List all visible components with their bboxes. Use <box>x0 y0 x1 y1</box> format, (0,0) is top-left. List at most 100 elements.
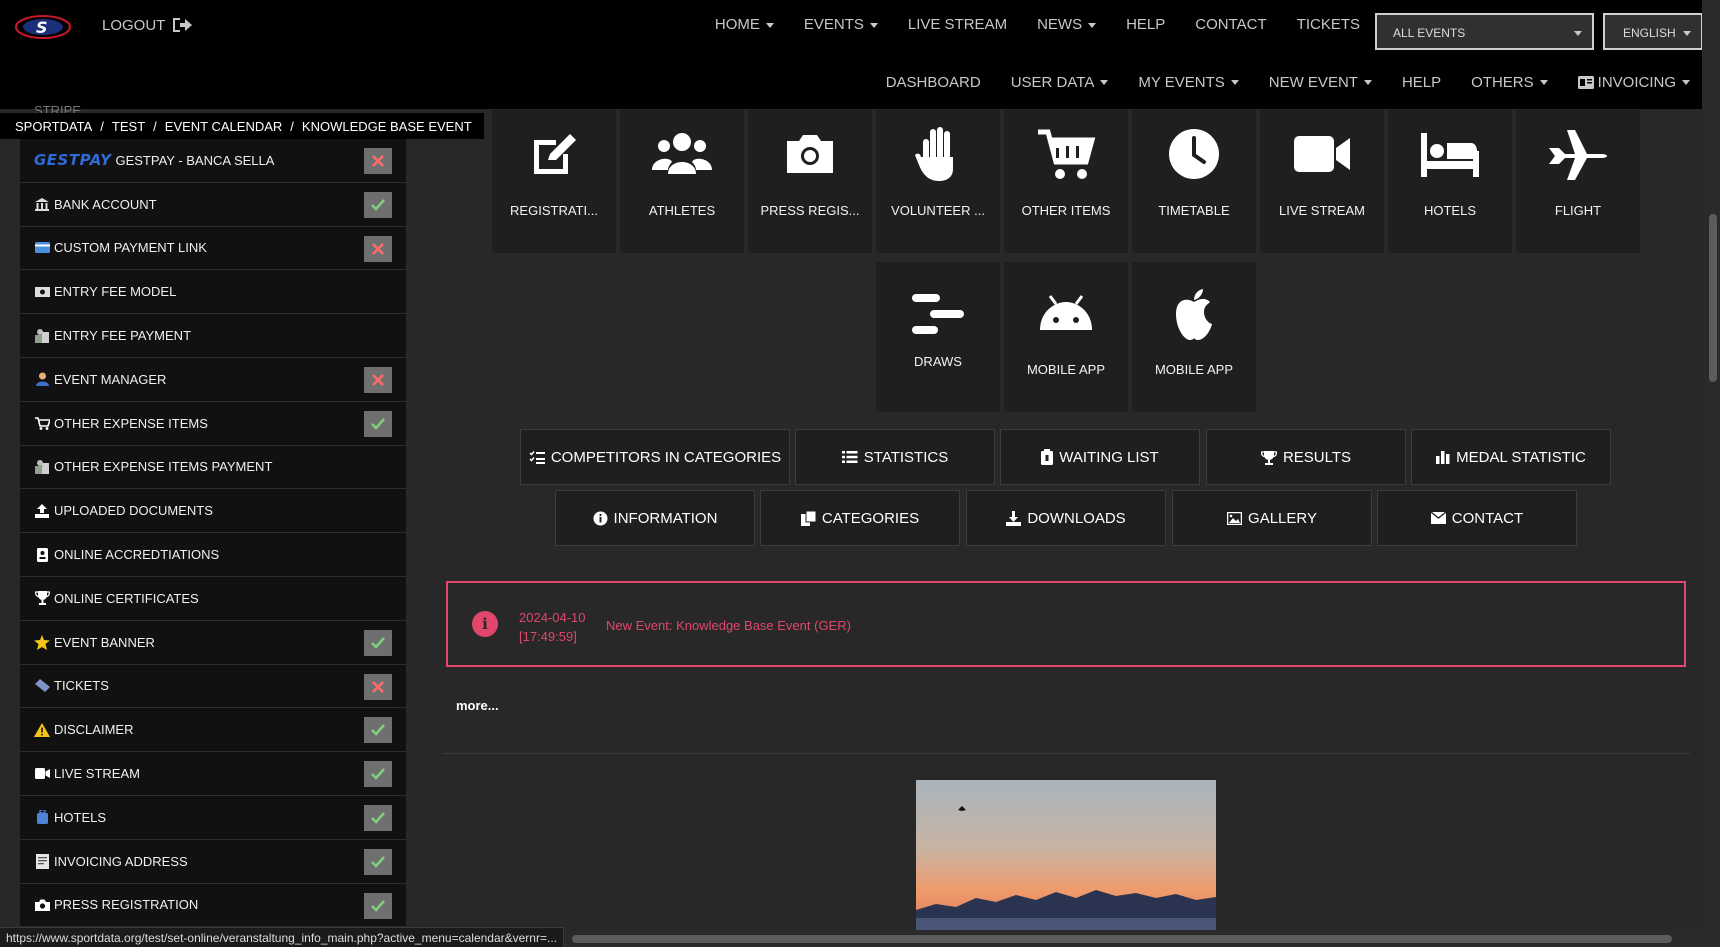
sidebar-item-event-banner[interactable]: EVENT BANNER <box>20 621 406 665</box>
subnav-item-0[interactable]: DASHBOARD <box>886 74 981 91</box>
sidebar-item-event-manager[interactable]: EVENT MANAGER <box>20 358 406 402</box>
btn-competitors-in-categories[interactable]: COMPETITORS IN CATEGORIES <box>520 429 790 485</box>
sidebar-item-other-expense-items-payment[interactable]: OTHER EXPENSE ITEMS PAYMENT <box>20 446 406 490</box>
status-check-icon[interactable] <box>364 761 392 788</box>
subnav-item-1[interactable]: USER DATA <box>1011 74 1109 91</box>
tile-camera[interactable]: PRESS REGIS... <box>748 110 872 253</box>
btn-categories[interactable]: CATEGORIES <box>760 490 960 546</box>
hand-icon <box>876 124 1000 184</box>
tile-hand[interactable]: VOLUNTEER ... <box>876 110 1000 253</box>
tile-edit[interactable]: REGISTRATI... <box>492 110 616 253</box>
status-cross-icon[interactable] <box>364 673 392 700</box>
nav-item-3[interactable]: NEWS <box>1037 16 1097 33</box>
apple-icon <box>1132 284 1256 344</box>
manager-icon <box>34 372 50 387</box>
gestpay-logo: GESTPAY <box>34 151 112 170</box>
nav-item-1[interactable]: EVENTS <box>804 16 878 33</box>
status-cross-icon[interactable] <box>364 148 392 174</box>
subnav-item-6[interactable]: INVOICING <box>1577 74 1690 91</box>
android-icon <box>1004 284 1128 344</box>
sidebar-item-online-certificates[interactable]: ONLINE CERTIFICATES <box>20 577 406 621</box>
button-label: STATISTICS <box>863 448 949 466</box>
tile-plane[interactable]: FLIGHT <box>1516 110 1640 253</box>
button-label: GALLERY <box>1248 509 1317 527</box>
tile-users[interactable]: ATHLETES <box>620 110 744 253</box>
vertical-scroll-thumb[interactable] <box>1709 214 1717 382</box>
sidebar-item-invoicing-address[interactable]: INVOICING ADDRESS <box>20 840 406 884</box>
btn-gallery[interactable]: GALLERY <box>1172 490 1372 546</box>
status-check-icon[interactable] <box>364 410 392 437</box>
star-icon <box>34 634 50 650</box>
main-nav: HOME EVENTS LIVE STREAM NEWS HELP CONTACT TICK… <box>715 16 1360 33</box>
tile-android[interactable]: MOBILE APP <box>1004 262 1128 412</box>
tile-apple[interactable]: MOBILE APP <box>1132 262 1256 412</box>
subnav-item-label: MY EVENTS <box>1138 74 1225 91</box>
sidebar-item-hotels[interactable]: HOTELS <box>20 796 406 840</box>
btn-statistics[interactable]: STATISTICS <box>795 429 995 485</box>
envelope-icon <box>1430 512 1446 524</box>
btn-downloads[interactable]: DOWNLOADS <box>966 490 1166 546</box>
alert-message[interactable]: New Event: Knowledge Base Event (GER) <box>606 618 851 633</box>
status-check-icon[interactable] <box>364 804 392 831</box>
sidebar-item-uploaded-documents[interactable]: UPLOADED DOCUMENTS <box>20 489 406 534</box>
logout-link[interactable]: LOGOUT <box>102 16 193 34</box>
subnav-item-2[interactable]: MY EVENTS <box>1138 74 1239 91</box>
sidebar-item-label: EVENT MANAGER <box>54 371 167 387</box>
sidebar-item-tickets[interactable]: TICKETS <box>20 665 406 709</box>
horizontal-scroll-thumb[interactable] <box>572 935 1672 943</box>
chevron-down-icon <box>1363 80 1372 85</box>
button-label: INFORMATION <box>613 509 718 527</box>
sidebar-item-live-stream[interactable]: LIVE STREAM <box>20 752 406 796</box>
btn-medal-statistic[interactable]: MEDAL STATISTIC <box>1411 429 1611 485</box>
subnav-item-3[interactable]: NEW EVENT <box>1269 74 1372 91</box>
tile-cart[interactable]: OTHER ITEMS <box>1004 110 1128 253</box>
sidebar-item-other-expense-items[interactable]: OTHER EXPENSE ITEMS <box>20 402 406 446</box>
btn-contact[interactable]: CONTACT <box>1377 490 1577 546</box>
status-check-icon[interactable] <box>364 892 392 919</box>
status-check-icon[interactable] <box>364 717 392 744</box>
sidebar-item-custom-payment-link[interactable]: CUSTOM PAYMENT LINK <box>20 227 406 271</box>
status-check-icon[interactable] <box>364 191 392 218</box>
subnav-item-5[interactable]: OTHERS <box>1471 74 1548 91</box>
tile-label: OTHER ITEMS <box>1021 203 1111 218</box>
breadcrumb-item-1[interactable]: TEST <box>112 119 145 134</box>
sidebar-item-bank-account[interactable]: BANK ACCOUNT <box>20 183 406 227</box>
sidebar-item-label: EVENT BANNER <box>54 634 155 650</box>
sidebar-item-disclaimer[interactable]: DISCLAIMER <box>20 708 406 753</box>
sidebar-item-online-accredtiations[interactable]: ONLINE ACCREDTIATIONS <box>20 533 406 577</box>
tile-clock[interactable]: TIMETABLE <box>1132 110 1256 253</box>
button-label: CATEGORIES <box>821 509 920 527</box>
trophy-icon <box>34 591 50 606</box>
breadcrumb-item-2[interactable]: EVENT CALENDAR <box>165 119 283 134</box>
tile-bed[interactable]: HOTELS <box>1388 110 1512 253</box>
tile-video[interactable]: LIVE STREAM <box>1260 110 1384 253</box>
tile-label: PRESS REGIS... <box>760 203 860 218</box>
nav-item-6[interactable]: TICKETS <box>1297 16 1360 33</box>
sidebar-item-gestpay-banca-sella[interactable]: GESTPAY GESTPAY - BANCA SELLA <box>20 139 406 183</box>
btn-information[interactable]: INFORMATION <box>555 490 755 546</box>
status-cross-icon[interactable] <box>364 366 392 393</box>
nav-item-2[interactable]: LIVE STREAM <box>908 16 1007 33</box>
more-link[interactable]: more... <box>456 698 499 713</box>
btn-waiting-list[interactable]: WAITING LIST <box>1000 429 1200 485</box>
trophy-icon <box>1260 450 1277 465</box>
language-select[interactable]: ENGLISH <box>1603 13 1703 50</box>
nav-item-0[interactable]: HOME <box>715 16 774 33</box>
sidebar-item-press-registration[interactable]: PRESS REGISTRATION <box>20 884 406 928</box>
events-select[interactable]: ALL EVENTS <box>1375 13 1594 50</box>
vertical-scrollbar[interactable] <box>1702 0 1720 947</box>
language-select-value: ENGLISH <box>1623 26 1676 40</box>
nav-item-4[interactable]: HELP <box>1126 16 1165 33</box>
tile-draws[interactable]: DRAWS <box>876 262 1000 412</box>
subnav-item-4[interactable]: HELP <box>1402 74 1441 91</box>
sidebar-item-entry-fee-model[interactable]: ENTRY FEE MODEL <box>20 270 406 315</box>
sidebar-item-entry-fee-payment[interactable]: ENTRY FEE PAYMENT <box>20 314 406 358</box>
chevron-down-icon <box>869 22 878 28</box>
status-cross-icon[interactable] <box>364 235 392 262</box>
breadcrumb-item-0[interactable]: SPORTDATA <box>15 119 92 134</box>
status-check-icon[interactable] <box>364 629 392 656</box>
nav-item-5[interactable]: CONTACT <box>1195 16 1266 33</box>
status-check-icon[interactable] <box>364 848 392 875</box>
btn-results[interactable]: RESULTS <box>1206 429 1406 485</box>
sportdata-logo[interactable]: S <box>14 12 72 42</box>
